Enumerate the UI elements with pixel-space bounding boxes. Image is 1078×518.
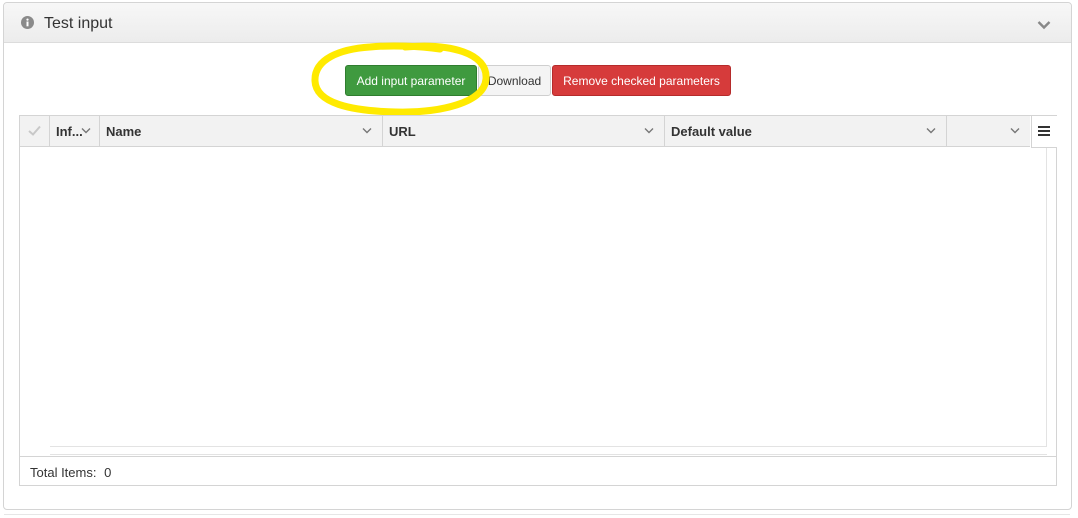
vertical-scrollbar[interactable] xyxy=(1046,148,1057,446)
grid-body xyxy=(20,147,1046,447)
column-header-default-value[interactable]: Default value xyxy=(665,116,947,146)
column-label-info: Inf... xyxy=(56,124,83,139)
info-circle-icon xyxy=(21,16,34,29)
column-header-info[interactable]: Inf... xyxy=(50,116,100,146)
chevron-down-icon[interactable] xyxy=(362,127,372,134)
check-icon xyxy=(28,125,41,136)
grid-header: Inf... Name URL Default value xyxy=(20,116,1030,147)
select-all-checkbox[interactable] xyxy=(20,116,50,146)
panel-heading[interactable]: Test input xyxy=(4,3,1071,43)
grid-footer: Total Items: 0 xyxy=(20,456,1056,485)
total-items-label: Total Items: xyxy=(30,465,97,480)
chevron-down-icon[interactable] xyxy=(644,127,654,134)
column-label-url: URL xyxy=(389,124,416,139)
add-input-parameter-button[interactable]: Add input parameter xyxy=(345,65,477,96)
chevron-down-icon[interactable] xyxy=(1037,17,1051,30)
column-header-url[interactable]: URL xyxy=(383,116,665,146)
parameters-grid: Inf... Name URL Default value Total Item… xyxy=(19,115,1057,486)
panel-title: Test input xyxy=(44,15,113,32)
column-header-name[interactable]: Name xyxy=(100,116,383,146)
total-items: Total Items: 0 xyxy=(30,465,111,480)
remove-checked-parameters-button[interactable]: Remove checked parameters xyxy=(552,65,731,96)
total-items-value: 0 xyxy=(104,465,112,480)
column-label-default-value: Default value xyxy=(671,124,752,139)
column-label-name: Name xyxy=(106,124,142,139)
test-input-panel: Test input Add input parameter Download … xyxy=(3,2,1072,510)
download-button[interactable]: Download xyxy=(478,65,551,96)
chevron-down-icon[interactable] xyxy=(81,127,91,134)
horizontal-scrollbar[interactable] xyxy=(50,446,1047,455)
column-header-extra[interactable] xyxy=(947,116,1030,146)
divider xyxy=(4,514,1070,515)
grid-menu-button[interactable] xyxy=(1031,116,1057,148)
chevron-down-icon[interactable] xyxy=(1010,127,1020,134)
chevron-down-icon[interactable] xyxy=(926,127,936,134)
hamburger-icon xyxy=(1038,126,1050,136)
